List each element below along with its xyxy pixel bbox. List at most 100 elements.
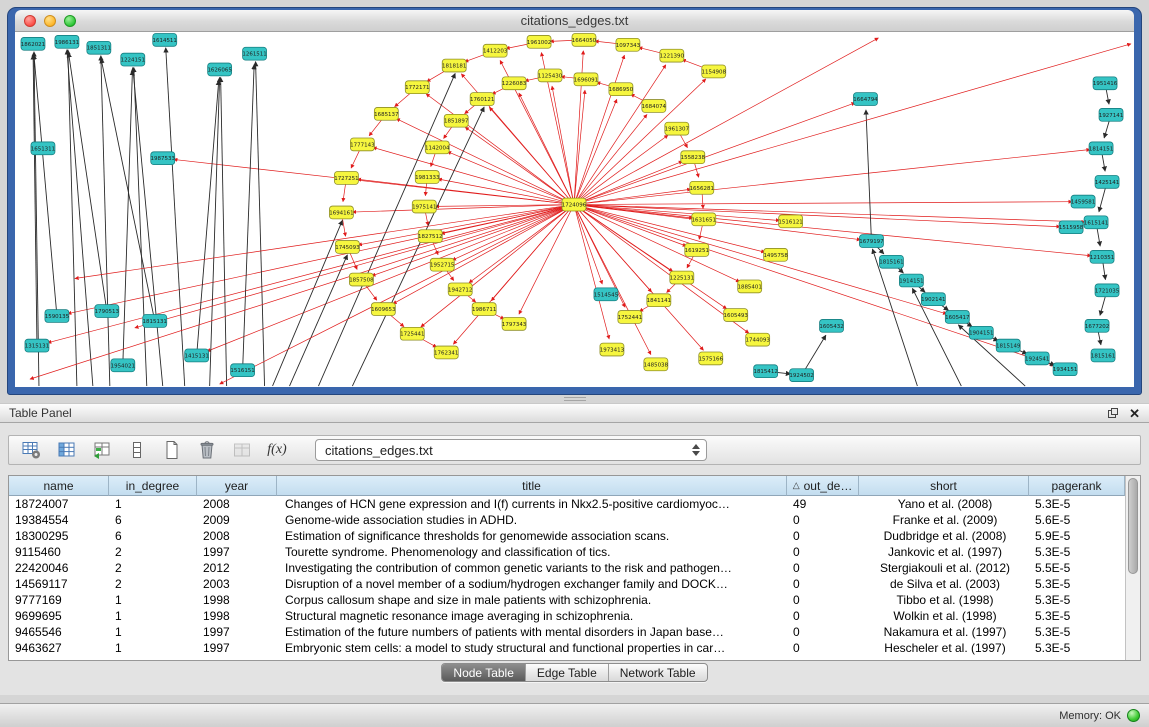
graph-node[interactable]: 1575166	[699, 352, 724, 365]
column-header-name[interactable]: name	[9, 476, 109, 496]
graph-node[interactable]: 1221390	[660, 49, 685, 62]
graph-node[interactable]: 1614511	[153, 33, 177, 46]
graph-node[interactable]: 1609653	[371, 303, 396, 316]
graph-node[interactable]: 1760121	[470, 93, 494, 106]
graph-node[interactable]: 1777143	[350, 138, 375, 151]
column-header-in_degree[interactable]: in_degree	[109, 476, 197, 496]
close-window-button[interactable]	[24, 15, 36, 27]
graph-node[interactable]: 1961002	[527, 35, 551, 48]
graph-node[interactable]: 1459581	[1071, 195, 1095, 208]
graph-node[interactable]: 1664794	[853, 93, 878, 106]
graph-node[interactable]: 1914151	[899, 274, 923, 287]
graph-node[interactable]: 1725441	[400, 327, 424, 340]
column-header-short[interactable]: short	[859, 476, 1029, 496]
tab-node-table[interactable]: Node Table	[442, 664, 525, 681]
graph-node[interactable]: 1626065	[207, 63, 231, 76]
table-row[interactable]: 1456911722003Disruption of a novel membe…	[9, 576, 1125, 592]
graph-node[interactable]: 1605417	[945, 311, 969, 324]
graph-node[interactable]: 1097343	[616, 38, 641, 51]
graph-node[interactable]: 1210351	[1090, 250, 1114, 263]
graph-node[interactable]: 1885401	[738, 280, 762, 293]
zoom-window-button[interactable]	[64, 15, 76, 27]
table-row[interactable]: 911546021997Tourette syndrome. Phenomeno…	[9, 544, 1125, 560]
graph-node[interactable]: 1986131	[55, 35, 79, 48]
graph-node[interactable]: 1516151	[230, 364, 254, 377]
graph-node[interactable]: 1790513	[95, 305, 120, 318]
graph-node[interactable]: 1904151	[969, 326, 993, 339]
graph-node[interactable]: 1857508	[349, 273, 374, 286]
graph-node[interactable]: 1696091	[574, 73, 598, 86]
panel-splitter[interactable]	[0, 395, 1149, 403]
graph-node[interactable]: 1721035	[1095, 284, 1119, 297]
graph-node[interactable]: 1815161	[1091, 349, 1115, 362]
graph-node[interactable]: 1515958	[1059, 221, 1084, 234]
graph-node[interactable]: 1224151	[121, 53, 145, 66]
graph-node[interactable]: 1954021	[111, 359, 135, 372]
memory-status-indicator[interactable]	[1127, 709, 1140, 722]
graph-node[interactable]: 1590135	[45, 310, 69, 323]
graph-node[interactable]: 1815131	[143, 315, 167, 328]
graph-node[interactable]: 1631651	[692, 213, 716, 226]
graph-node[interactable]: 1656281	[690, 181, 714, 194]
graph-node[interactable]: 1516121	[778, 215, 802, 228]
window-titlebar[interactable]: citations_edges.txt	[15, 10, 1134, 32]
table-row[interactable]: 969969511998Structural magnetic resonanc…	[9, 608, 1125, 624]
graph-node[interactable]: 1619251	[685, 244, 709, 257]
minimize-window-button[interactable]	[44, 15, 56, 27]
graph-node[interactable]: 1495758	[763, 248, 788, 261]
graph-node[interactable]: 1684074	[642, 100, 667, 113]
graph-node[interactable]: 1615141	[1084, 216, 1108, 229]
table-row[interactable]: 946362711997Embryonic stem cells: a mode…	[9, 640, 1125, 656]
graph-node[interactable]: 1951416	[1093, 77, 1118, 90]
graph-node[interactable]: 1605432	[819, 319, 843, 332]
graph-node[interactable]: 1818181	[442, 59, 466, 72]
table-row[interactable]: 1830029562008Estimation of significance …	[9, 528, 1125, 544]
graph-node[interactable]: 1772171	[405, 81, 429, 94]
graph-node[interactable]: 1154908	[702, 65, 727, 78]
graph-node[interactable]: 1851897	[444, 114, 468, 127]
graph-node[interactable]: 1261511	[242, 47, 266, 60]
network-graph[interactable]: 1684074168695016960911125430122608317601…	[15, 32, 1134, 387]
table-selector[interactable]: citations_edges.txt	[315, 439, 707, 461]
graph-node[interactable]: 1315131	[25, 339, 49, 352]
graph-node[interactable]: 1902141	[921, 293, 945, 306]
graph-node[interactable]: 1762341	[434, 346, 458, 359]
graph-node[interactable]: 1986711	[472, 303, 496, 316]
table-row[interactable]: 946554611997Estimation of the future num…	[9, 624, 1125, 640]
vertical-scrollbar[interactable]	[1125, 476, 1140, 660]
table-row[interactable]: 1872400712008Changes of HCN gene express…	[9, 496, 1125, 512]
graph-node[interactable]: 1862021	[21, 37, 45, 50]
graph-node[interactable]: 1724096	[562, 198, 587, 211]
graph-node[interactable]: 1514545	[594, 288, 618, 301]
column-header-year[interactable]: year	[197, 476, 277, 496]
graph-node[interactable]: 1987533	[151, 152, 176, 165]
scrollbar-thumb[interactable]	[1128, 478, 1138, 574]
graph-node[interactable]: 1686950	[609, 83, 634, 96]
graph-node[interactable]: 1744093	[745, 333, 770, 346]
graph-node[interactable]: 1927141	[1099, 108, 1123, 121]
graph-node[interactable]: 1797343	[502, 317, 527, 330]
graph-node[interactable]: 1415131	[184, 349, 208, 362]
table-row[interactable]: 1938455462009Genome-wide association stu…	[9, 512, 1125, 528]
graph-node[interactable]: 1815149	[996, 339, 1021, 352]
graph-node[interactable]: 1412203	[483, 44, 508, 57]
function-builder-icon[interactable]: f(x)	[266, 439, 288, 461]
graph-node[interactable]: 1745093	[335, 241, 360, 254]
graph-node[interactable]: 1225131	[670, 271, 694, 284]
column-header-pagerank[interactable]: pagerank	[1029, 476, 1125, 496]
graph-node[interactable]: 1973413	[600, 343, 625, 356]
graph-node[interactable]: 1981333	[415, 171, 440, 184]
float-panel-icon[interactable]	[1107, 407, 1119, 419]
tab-network-table[interactable]: Network Table	[608, 664, 707, 681]
graph-node[interactable]: 1814151	[1089, 142, 1113, 155]
graph-node[interactable]: 1125430	[538, 69, 563, 82]
graph-node[interactable]: 1694161	[329, 206, 353, 219]
graph-node[interactable]: 1558238	[681, 151, 706, 164]
column-chooser-icon[interactable]	[56, 439, 78, 461]
graph-node[interactable]: 1679197	[859, 235, 883, 248]
graph-node[interactable]: 1425141	[1095, 175, 1119, 188]
graph-node[interactable]: 1942712	[448, 283, 472, 296]
graph-node[interactable]: 1651311	[31, 142, 55, 155]
graph-node[interactable]: 1851311	[87, 41, 111, 54]
row-editor-icon[interactable]	[126, 439, 148, 461]
